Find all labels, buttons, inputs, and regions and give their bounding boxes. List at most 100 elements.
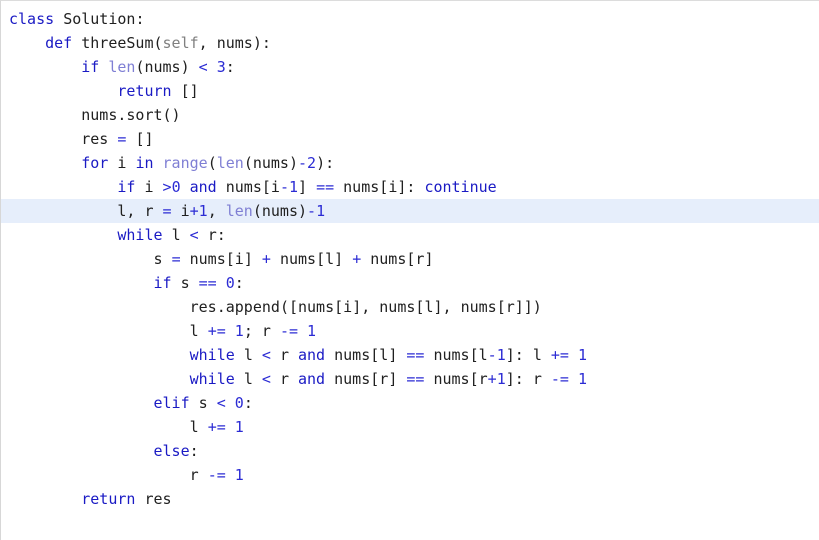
code-token-name: nums xyxy=(279,250,317,268)
code-token-punc: ]: xyxy=(505,370,533,388)
code-token-kw: class xyxy=(9,10,55,28)
code-token-punc: , xyxy=(198,34,217,52)
code-line[interactable]: else: xyxy=(1,439,819,463)
code-token-op: == xyxy=(406,370,425,388)
code-token-punc: ]]) xyxy=(514,298,542,316)
code-line[interactable]: l += 1; r -= 1 xyxy=(1,319,819,343)
code-line[interactable]: if i >0 and nums[i-1] == nums[i]: contin… xyxy=(1,175,819,199)
code-line[interactable]: while l < r and nums[l] == nums[l-1]: l … xyxy=(1,343,819,367)
code-token-op: + xyxy=(352,250,362,268)
code-token-name: nums xyxy=(379,298,416,316)
code-line[interactable]: return [] xyxy=(1,79,819,103)
code-token-punc: ] xyxy=(243,250,262,268)
code-editor[interactable]: class Solution: def threeSum(self, nums)… xyxy=(0,0,819,540)
code-token-name: nums xyxy=(81,106,118,124)
code-token-kw: in xyxy=(135,154,154,172)
code-line[interactable]: res = [] xyxy=(1,127,819,151)
code-token-name: l xyxy=(171,226,181,244)
code-token-punc: ], xyxy=(433,298,461,316)
code-token-op: == xyxy=(406,346,425,364)
code-token-op: -= xyxy=(207,466,226,484)
code-token-op: < xyxy=(189,226,199,244)
code-line[interactable]: while l < r and nums[r] == nums[r+1]: r … xyxy=(1,367,819,391)
code-token-name: nums xyxy=(261,202,298,220)
code-token-punc: ] xyxy=(334,250,353,268)
code-line[interactable]: def threeSum(self, nums): xyxy=(1,31,819,55)
code-token-punc: [ xyxy=(469,370,479,388)
code-token-name: i xyxy=(388,178,398,196)
code-line[interactable]: while l < r: xyxy=(1,223,819,247)
code-token-punc: [ xyxy=(469,346,479,364)
code-line[interactable]: return res xyxy=(1,487,819,511)
code-token-num: 0 xyxy=(234,394,244,412)
code-line[interactable]: s = nums[i] + nums[l] + nums[r] xyxy=(1,247,819,271)
code-token-op: += xyxy=(207,322,226,340)
code-line[interactable]: if s == 0: xyxy=(1,271,819,295)
code-token-name: r xyxy=(279,370,289,388)
code-token-op: += xyxy=(550,346,569,364)
code-token-bi: len xyxy=(216,154,244,172)
code-token-punc: ( xyxy=(252,202,262,220)
code-token-name: nums xyxy=(460,298,497,316)
code-token-num: 1 xyxy=(307,322,317,340)
code-token-name: l xyxy=(189,418,199,436)
code-token-punc: : xyxy=(225,58,235,76)
code-surface[interactable]: class Solution: def threeSum(self, nums)… xyxy=(1,1,819,511)
code-line[interactable]: r -= 1 xyxy=(1,463,819,487)
code-token-punc: ], xyxy=(352,298,380,316)
code-token-name: s xyxy=(153,250,163,268)
code-token-op: < xyxy=(216,394,226,412)
code-token-num: 1 xyxy=(234,418,244,436)
code-line[interactable]: if len(nums) < 3: xyxy=(1,55,819,79)
code-line[interactable]: l += 1 xyxy=(1,415,819,439)
code-line[interactable]: class Solution: xyxy=(1,7,819,31)
code-line[interactable]: elif s < 0: xyxy=(1,391,819,415)
code-token-name: nums xyxy=(189,250,226,268)
code-token-kw: if xyxy=(153,274,172,292)
code-token-punc: [ xyxy=(261,178,271,196)
code-token-name: s xyxy=(180,274,190,292)
code-token-punc: ]: xyxy=(397,178,425,196)
code-token-op: > xyxy=(162,178,172,196)
code-token-punc: ( xyxy=(207,154,217,172)
code-token-name: nums xyxy=(343,178,380,196)
code-token-name: nums xyxy=(433,370,470,388)
code-token-op: - xyxy=(307,202,317,220)
code-line[interactable]: nums.sort() xyxy=(1,103,819,127)
code-line[interactable]: for i in range(len(nums)-2): xyxy=(1,151,819,175)
code-token-punc: [] xyxy=(135,130,154,148)
code-line[interactable]: l, r = i+1, len(nums)-1 xyxy=(1,199,819,223)
code-token-punc: ] xyxy=(388,370,407,388)
code-line[interactable]: res.append([nums[i], nums[l], nums[r]]) xyxy=(1,295,819,319)
code-token-kw: elif xyxy=(153,394,190,412)
code-token-op: = xyxy=(162,202,172,220)
code-token-punc: [ xyxy=(316,250,326,268)
code-token-name: l xyxy=(243,370,253,388)
code-token-punc: [] xyxy=(180,82,199,100)
code-token-name: nums xyxy=(216,34,253,52)
code-token-op: - xyxy=(298,154,308,172)
code-token-punc: ): xyxy=(252,34,271,52)
code-token-kw: while xyxy=(117,226,163,244)
